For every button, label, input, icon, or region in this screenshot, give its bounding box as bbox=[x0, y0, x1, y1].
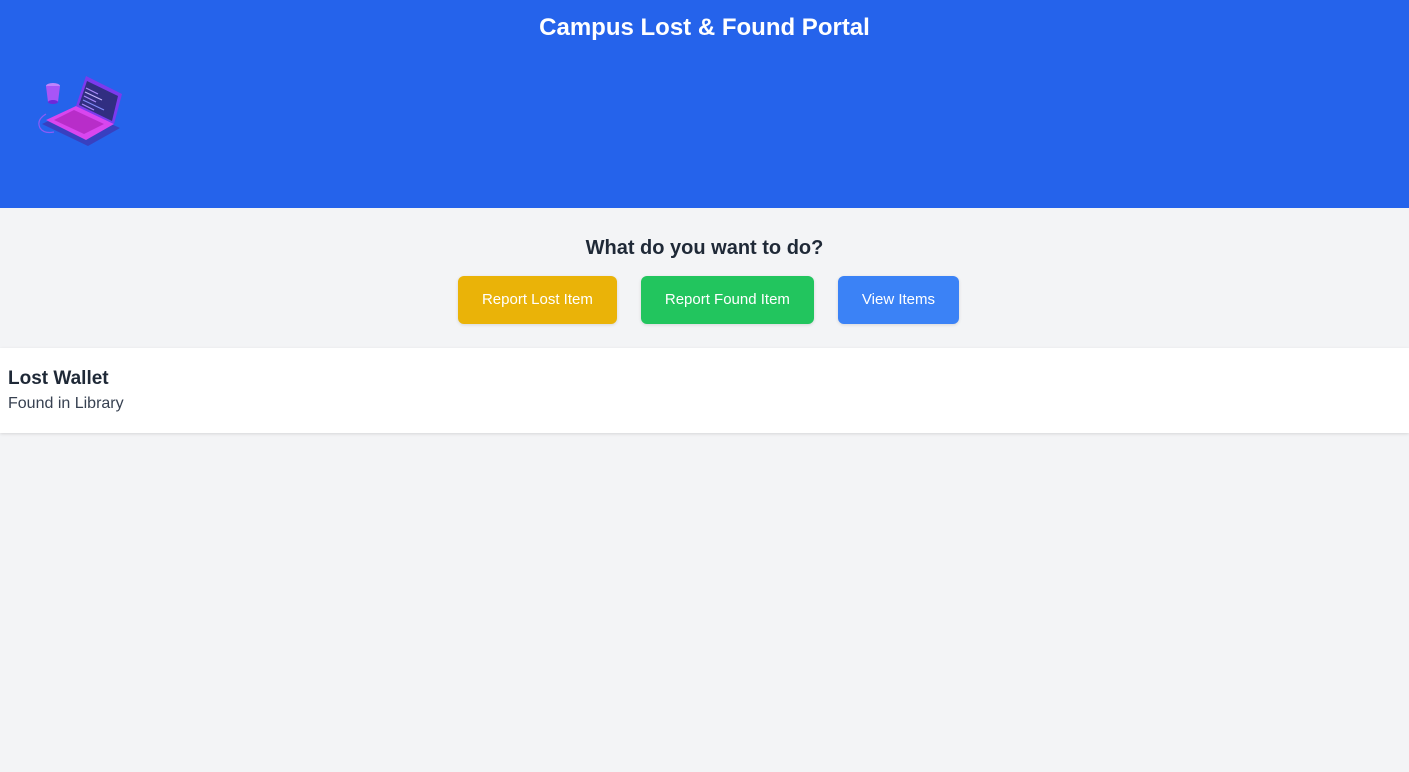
page-header: Campus Lost & Found Portal bbox=[0, 0, 1409, 208]
actions-section: What do you want to do? Report Lost Item… bbox=[0, 208, 1409, 348]
report-lost-item-button[interactable]: Report Lost Item bbox=[457, 276, 617, 324]
action-buttons: Report Lost Item Report Found Item View … bbox=[8, 276, 1409, 324]
actions-heading: What do you want to do? bbox=[585, 237, 824, 259]
laptop-illustration-icon bbox=[24, 72, 124, 152]
page-title: Campus Lost & Found Portal bbox=[539, 14, 870, 41]
item-card: Lost Wallet Found in Library bbox=[0, 348, 1409, 433]
view-items-button[interactable]: View Items bbox=[837, 276, 960, 324]
item-title: Lost Wallet bbox=[8, 368, 109, 389]
report-found-item-button[interactable]: Report Found Item bbox=[640, 276, 814, 324]
item-description: Found in Library bbox=[8, 395, 124, 412]
